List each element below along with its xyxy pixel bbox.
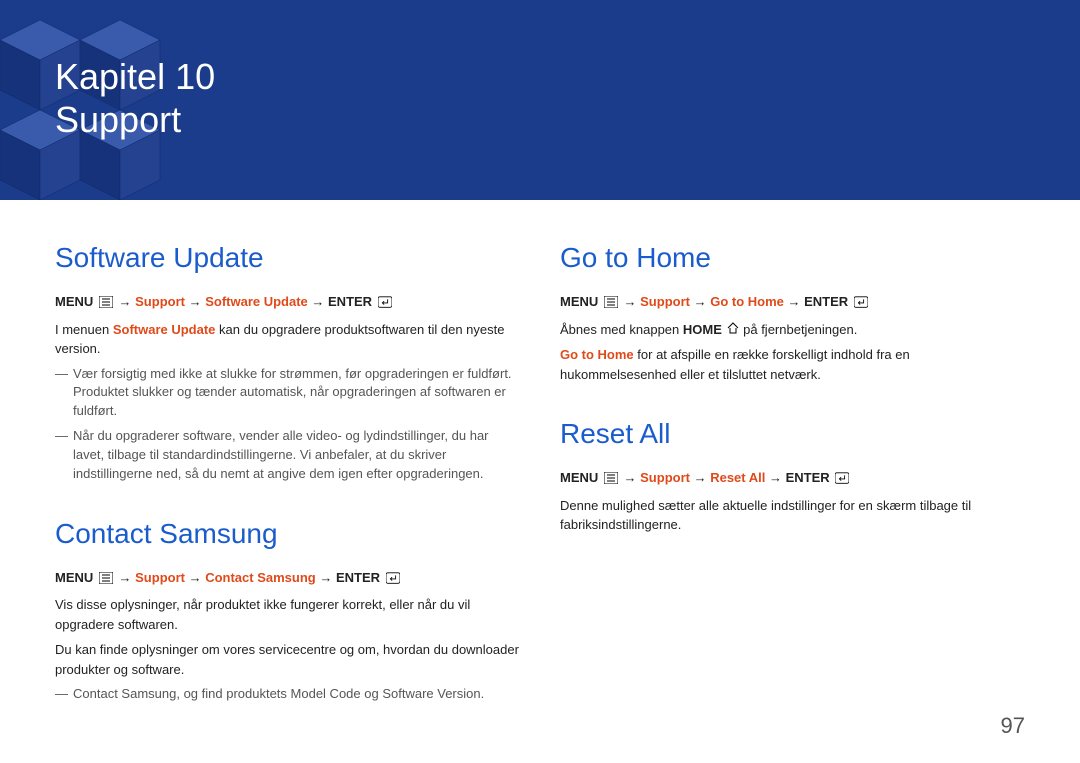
chapter-name: Support [55,98,215,141]
menu-icon [99,294,113,314]
menu-icon [604,470,618,490]
heading-reset-all: Reset All [560,418,1025,450]
home-icon [726,322,740,337]
menu-path-contact-samsung: MENU → Support → Contact Samsung → ENTER [55,568,520,590]
contact-samsung-note: Contact Samsung, og find produktets Mode… [55,685,520,704]
heading-go-to-home: Go to Home [560,242,1025,274]
heading-software-update: Software Update [55,242,520,274]
software-update-note-2: Når du opgraderer software, vender alle … [55,427,520,484]
section-software-update: Software Update MENU → Support → Softwar… [55,242,520,484]
menu-path-go-to-home: MENU → Support → Go to Home → ENTER [560,292,1025,314]
section-go-to-home: Go to Home MENU → Support → Go to Home →… [560,242,1025,384]
enter-icon [835,470,849,490]
menu-icon [604,294,618,314]
heading-contact-samsung: Contact Samsung [55,518,520,550]
enter-icon [854,294,868,314]
chapter-title: Kapitel 10 Support [55,55,215,141]
go-to-home-p1: Åbnes med knappen HOME på fjernbetjening… [560,320,1025,340]
reset-all-p1: Denne mulighed sætter alle aktuelle inds… [560,496,1025,535]
software-update-intro: I menuen Software Update kan du opgrader… [55,320,520,359]
contact-samsung-p2: Du kan finde oplysninger om vores servic… [55,640,520,679]
page: Kapitel 10 Support Software Update MENU … [0,0,1080,763]
enter-icon [378,294,392,314]
page-number: 97 [1001,713,1025,739]
left-column: Software Update MENU → Support → Softwar… [55,236,520,710]
right-column: Go to Home MENU → Support → Go to Home →… [560,236,1025,710]
enter-icon [386,570,400,590]
menu-icon [99,570,113,590]
go-to-home-p2: Go to Home for at afspille en række fors… [560,345,1025,384]
section-contact-samsung: Contact Samsung MENU → Support → Contact… [55,518,520,704]
menu-path-reset-all: MENU → Support → Reset All → ENTER [560,468,1025,490]
menu-path-software-update: MENU → Support → Software Update → ENTER [55,292,520,314]
chapter-header: Kapitel 10 Support [0,0,1080,200]
content-area: Software Update MENU → Support → Softwar… [0,200,1080,710]
software-update-note-1: Vær forsigtig med ikke at slukke for str… [55,365,520,422]
contact-samsung-p1: Vis disse oplysninger, når produktet ikk… [55,595,520,634]
section-reset-all: Reset All MENU → Support → Reset All → E… [560,418,1025,535]
chapter-number: Kapitel 10 [55,56,215,97]
